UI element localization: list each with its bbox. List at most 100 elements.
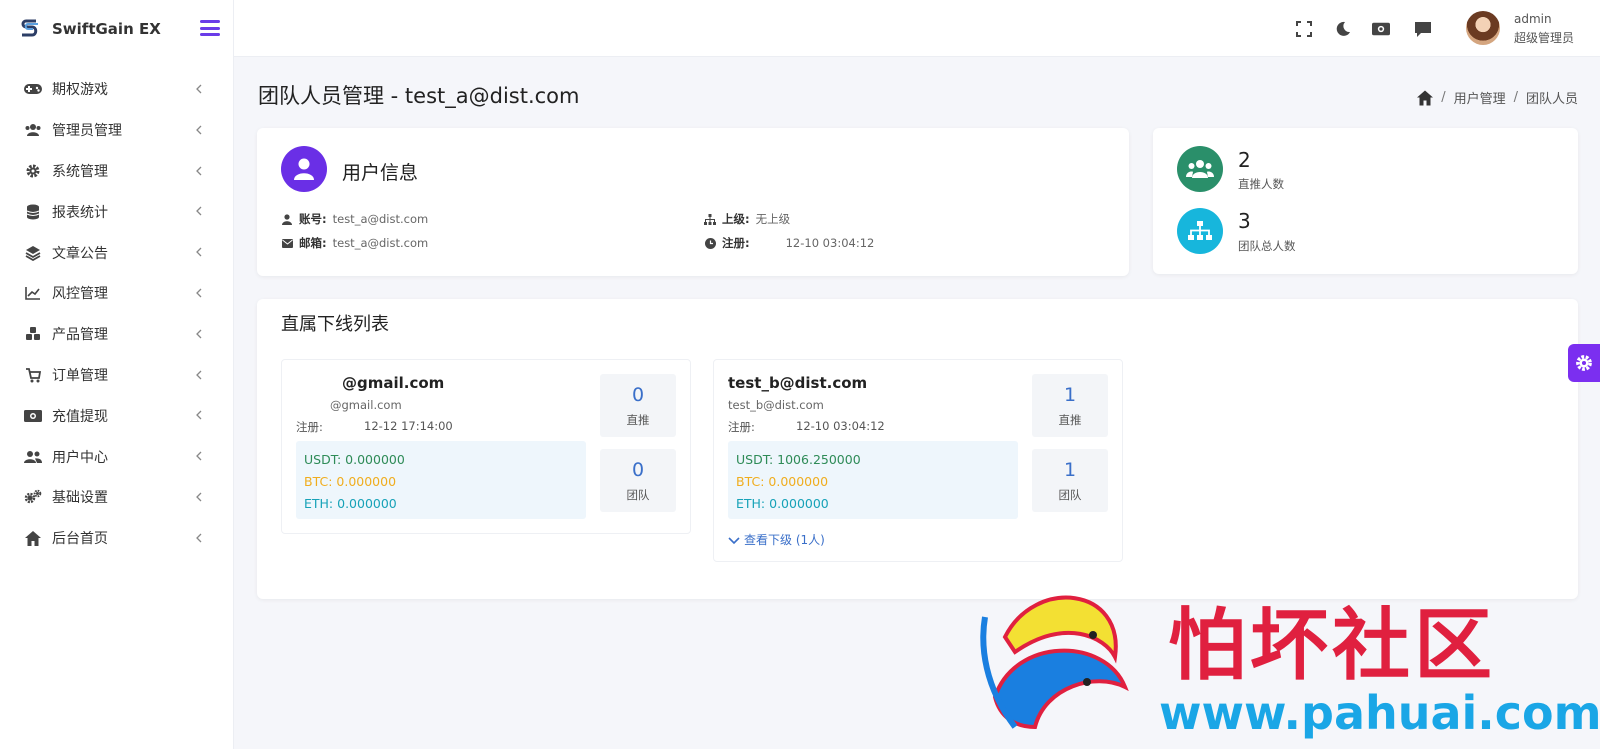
- sidebar-item-dashboard-home[interactable]: 后台首页: [0, 518, 233, 559]
- parent-label: 上级:: [722, 212, 750, 226]
- brand-name: SwiftGain EX: [52, 20, 161, 38]
- sidebar-item-label: 报表统计: [52, 204, 108, 221]
- sidebar-item-label: 后台首页: [52, 531, 108, 548]
- btc-balance: BTC: 0.000000: [736, 474, 829, 489]
- menu-toggle-icon[interactable]: [200, 20, 220, 36]
- sidebar-item-label: 文章公告: [52, 245, 108, 262]
- account-value: test_a@dist.com: [332, 212, 429, 226]
- cart-icon: [23, 366, 43, 384]
- page-title: 团队人员管理 - test_a@dist.com: [258, 84, 580, 108]
- fullscreen-icon[interactable]: [1295, 20, 1313, 38]
- register-value: 12-10 03:04:12: [785, 236, 875, 250]
- member-name: test_b@dist.com: [728, 374, 868, 392]
- sidebar-item-articles[interactable]: 文章公告: [0, 232, 233, 273]
- direct-count-label: 直推: [626, 413, 650, 427]
- envelope-icon: [281, 237, 293, 249]
- team-count-value: 1: [1063, 459, 1077, 481]
- member-name: @gmail.com: [342, 374, 445, 392]
- member-email: @gmail.com: [330, 398, 402, 412]
- sidebar-item-user-center[interactable]: 用户中心: [0, 436, 233, 477]
- database-icon: [23, 203, 43, 221]
- eth-balance: ETH: 0.000000: [736, 496, 829, 511]
- sidebar-item-admin[interactable]: 管理员管理: [0, 110, 233, 151]
- downline-list-card: 直属下线列表 @gmail.com @gmail.com 注册: 12-12 1…: [257, 299, 1578, 599]
- topbar: admin 超级管理员: [234, 0, 1600, 57]
- direct-count-value: 0: [631, 384, 645, 406]
- eth-balance: ETH: 0.000000: [304, 496, 397, 511]
- avatar[interactable]: [1466, 11, 1500, 45]
- team-count-label: 团队: [626, 488, 650, 502]
- direct-count: 2: [1238, 148, 1251, 172]
- sidebar-item-label: 系统管理: [52, 163, 108, 180]
- watermark-text: 怕坏社区: [1168, 600, 1497, 691]
- settings-gear-button[interactable]: [1568, 344, 1600, 382]
- sidebar-item-deposit-withdraw[interactable]: 充值提现: [0, 395, 233, 436]
- users-icon: [23, 121, 43, 139]
- money-icon: [23, 407, 43, 425]
- chevron-left-icon: [196, 247, 202, 257]
- usdt-balance: USDT: 0.000000: [304, 452, 405, 467]
- sidebar-item-orders[interactable]: 订单管理: [0, 355, 233, 396]
- register-label: 注册:: [722, 236, 750, 250]
- user-name[interactable]: admin: [1514, 12, 1552, 26]
- breadcrumb-item[interactable]: 用户管理: [1454, 88, 1506, 107]
- team-count-label: 团队: [1058, 488, 1082, 502]
- sidebar-item-products[interactable]: 产品管理: [0, 314, 233, 355]
- sidebar-item-reports[interactable]: 报表统计: [0, 191, 233, 232]
- parent-row: 上级: 无上级: [704, 211, 790, 227]
- breadcrumb-separator: /: [1513, 90, 1518, 105]
- chevron-left-icon: [196, 329, 202, 339]
- dark-mode-moon-icon[interactable]: [1334, 20, 1352, 38]
- user-info-card: 用户信息 账号: test_a@dist.com 邮箱: test_a@dist…: [257, 128, 1129, 276]
- home-icon: [23, 529, 43, 547]
- chevron-left-icon: [196, 492, 202, 502]
- parent-value: 无上级: [755, 212, 791, 226]
- breadcrumb-item-current: 团队人员: [1525, 92, 1578, 107]
- downline-member-card: test_b@dist.com test_b@dist.com 注册: 12-1…: [713, 359, 1123, 562]
- sidebar-item-label: 期权游戏: [52, 82, 108, 99]
- sidebar-item-system[interactable]: 系统管理: [0, 151, 233, 192]
- direct-count-box: 0 直推: [600, 374, 676, 437]
- money-icon[interactable]: [1372, 20, 1390, 38]
- sidebar-item-label: 产品管理: [52, 327, 108, 344]
- chevron-left-icon: [196, 410, 202, 420]
- downline-member-card: @gmail.com @gmail.com 注册: 12-12 17:14:00…: [281, 359, 691, 534]
- downline-title: 直属下线列表: [281, 314, 389, 335]
- sidebar-item-options-game[interactable]: 期权游戏: [0, 69, 233, 110]
- chevron-left-icon: [196, 84, 202, 94]
- chevron-left-icon: [196, 206, 202, 216]
- view-subordinates-link[interactable]: 查看下级 (1人): [728, 531, 825, 548]
- member-email: test_b@dist.com: [728, 398, 824, 412]
- member-register-label: 注册:: [728, 420, 755, 434]
- sidebar-item-label: 用户中心: [52, 449, 108, 466]
- message-icon[interactable]: [1414, 20, 1432, 38]
- direct-count-box: 1 直推: [1032, 374, 1108, 437]
- sidebar-item-label: 基础设置: [52, 490, 108, 507]
- user-group-icon: [23, 448, 43, 466]
- view-subordinates-label: 查看下级 (1人): [744, 533, 825, 547]
- direct-count-label: 直推人数: [1238, 177, 1284, 191]
- users-icon: [1177, 146, 1223, 192]
- email-label: 邮箱:: [299, 236, 327, 250]
- register-row: 注册: 12-10 03:04:12: [704, 235, 874, 251]
- sidebar-item-label: 风控管理: [52, 286, 108, 303]
- clock-icon: [704, 237, 716, 249]
- sidebar-item-risk[interactable]: 风控管理: [0, 273, 233, 314]
- btc-balance: BTC: 0.000000: [304, 474, 397, 489]
- user-icon: [281, 213, 293, 225]
- watermark-url: www.pahuai.com: [1159, 686, 1600, 740]
- sidebar-item-label: 管理员管理: [52, 123, 122, 140]
- brand-logo-icon: [18, 17, 42, 41]
- email-value: test_a@dist.com: [332, 236, 429, 250]
- sitemap-icon: [1177, 208, 1223, 254]
- chevron-left-icon: [196, 370, 202, 380]
- sidebar: SwiftGain EX 期权游戏 管理员管理 系统管理 报表统计 文章公告 风…: [0, 0, 234, 749]
- team-stats-card: 2 直推人数 3 团队总人数: [1153, 128, 1578, 274]
- team-count-value: 0: [631, 459, 645, 481]
- sidebar-item-label: 充值提现: [52, 408, 108, 425]
- home-icon[interactable]: [1417, 90, 1434, 106]
- sidebar-item-basic-settings[interactable]: 基础设置: [0, 477, 233, 518]
- chevron-left-icon: [196, 288, 202, 298]
- account-row: 账号: test_a@dist.com: [281, 211, 428, 227]
- team-count-box: 1 团队: [1032, 449, 1108, 512]
